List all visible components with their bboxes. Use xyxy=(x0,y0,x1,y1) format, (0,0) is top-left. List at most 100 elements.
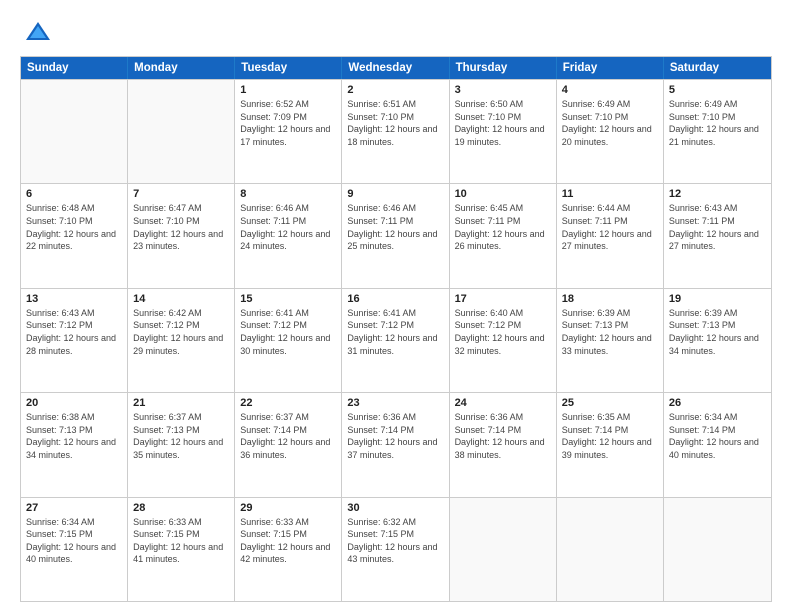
calendar-week-5: 27 Sunrise: 6:34 AM Sunset: 7:15 PM Dayli… xyxy=(21,497,771,601)
calendar-cell: 6Sunrise: 6:48 AM Sunset: 7:10 PM Daylig… xyxy=(21,184,128,287)
day-number: 27 xyxy=(26,502,122,514)
calendar-cell: 7 Sunrise: 6:47 AM Sunset: 7:10 PM Daylig… xyxy=(128,184,235,287)
day-number: 13 xyxy=(26,293,122,305)
day-info: Sunrise: 6:41 AM Sunset: 7:12 PM Dayligh… xyxy=(347,307,443,357)
day-info: Sunrise: 6:43 AM Sunset: 7:12 PM Dayligh… xyxy=(26,307,122,357)
day-number: 22 xyxy=(240,397,336,409)
day-number: 18 xyxy=(562,293,658,305)
calendar-cell: 14 Sunrise: 6:42 AM Sunset: 7:12 PM Dayli… xyxy=(128,289,235,392)
day-info: Sunrise: 6:45 AM Sunset: 7:11 PM Dayligh… xyxy=(455,202,551,252)
day-info: Sunrise: 6:41 AM Sunset: 7:12 PM Dayligh… xyxy=(240,307,336,357)
calendar-cell: 12 Sunrise: 6:43 AM Sunset: 7:11 PM Dayli… xyxy=(664,184,771,287)
calendar-week-4: 20 Sunrise: 6:38 AM Sunset: 7:13 PM Dayli… xyxy=(21,392,771,496)
calendar-cell: 25 Sunrise: 6:35 AM Sunset: 7:14 PM Dayli… xyxy=(557,393,664,496)
header-cell-tuesday: Tuesday xyxy=(235,57,342,79)
day-number: 5 xyxy=(669,84,766,96)
day-number: 12 xyxy=(669,188,766,200)
calendar-cell: 28 Sunrise: 6:33 AM Sunset: 7:15 PM Dayli… xyxy=(128,498,235,601)
calendar-cell xyxy=(557,498,664,601)
day-info: Sunrise: 6:50 AM Sunset: 7:10 PM Dayligh… xyxy=(455,98,551,148)
day-info: Sunrise: 6:39 AM Sunset: 7:13 PM Dayligh… xyxy=(562,307,658,357)
day-number: 4 xyxy=(562,84,658,96)
calendar-body: 1Sunrise: 6:52 AM Sunset: 7:09 PM Daylig… xyxy=(21,79,771,601)
day-info: Sunrise: 6:46 AM Sunset: 7:11 PM Dayligh… xyxy=(240,202,336,252)
day-info: Sunrise: 6:37 AM Sunset: 7:13 PM Dayligh… xyxy=(133,411,229,461)
day-info: Sunrise: 6:43 AM Sunset: 7:11 PM Dayligh… xyxy=(669,202,766,252)
day-number: 14 xyxy=(133,293,229,305)
calendar-cell: 21 Sunrise: 6:37 AM Sunset: 7:13 PM Dayli… xyxy=(128,393,235,496)
day-number: 8 xyxy=(240,188,336,200)
calendar-cell: 20 Sunrise: 6:38 AM Sunset: 7:13 PM Dayli… xyxy=(21,393,128,496)
day-info: Sunrise: 6:33 AM Sunset: 7:15 PM Dayligh… xyxy=(133,516,229,566)
day-info: Sunrise: 6:34 AM Sunset: 7:14 PM Dayligh… xyxy=(669,411,766,461)
calendar-cell: 10 Sunrise: 6:45 AM Sunset: 7:11 PM Dayli… xyxy=(450,184,557,287)
day-info: Sunrise: 6:38 AM Sunset: 7:13 PM Dayligh… xyxy=(26,411,122,461)
calendar-cell xyxy=(21,80,128,183)
calendar-cell: 8 Sunrise: 6:46 AM Sunset: 7:11 PM Daylig… xyxy=(235,184,342,287)
day-info: Sunrise: 6:44 AM Sunset: 7:11 PM Dayligh… xyxy=(562,202,658,252)
day-number: 10 xyxy=(455,188,551,200)
calendar-cell: 18 Sunrise: 6:39 AM Sunset: 7:13 PM Dayli… xyxy=(557,289,664,392)
header-cell-friday: Friday xyxy=(557,57,664,79)
day-info: Sunrise: 6:49 AM Sunset: 7:10 PM Dayligh… xyxy=(669,98,766,148)
day-number: 30 xyxy=(347,502,443,514)
day-number: 9 xyxy=(347,188,443,200)
page: SundayMondayTuesdayWednesdayThursdayFrid… xyxy=(0,0,792,612)
logo-icon xyxy=(24,18,52,46)
day-number: 26 xyxy=(669,397,766,409)
day-info: Sunrise: 6:47 AM Sunset: 7:10 PM Dayligh… xyxy=(133,202,229,252)
day-number: 11 xyxy=(562,188,658,200)
day-info: Sunrise: 6:48 AM Sunset: 7:10 PM Dayligh… xyxy=(26,202,122,252)
calendar-cell: 27 Sunrise: 6:34 AM Sunset: 7:15 PM Dayli… xyxy=(21,498,128,601)
day-info: Sunrise: 6:33 AM Sunset: 7:15 PM Dayligh… xyxy=(240,516,336,566)
day-number: 21 xyxy=(133,397,229,409)
day-info: Sunrise: 6:32 AM Sunset: 7:15 PM Dayligh… xyxy=(347,516,443,566)
day-info: Sunrise: 6:36 AM Sunset: 7:14 PM Dayligh… xyxy=(347,411,443,461)
header xyxy=(20,18,772,46)
day-number: 3 xyxy=(455,84,551,96)
day-info: Sunrise: 6:35 AM Sunset: 7:14 PM Dayligh… xyxy=(562,411,658,461)
calendar-cell: 9 Sunrise: 6:46 AM Sunset: 7:11 PM Daylig… xyxy=(342,184,449,287)
calendar-cell: 17 Sunrise: 6:40 AM Sunset: 7:12 PM Dayli… xyxy=(450,289,557,392)
day-info: Sunrise: 6:49 AM Sunset: 7:10 PM Dayligh… xyxy=(562,98,658,148)
calendar-cell: 16Sunrise: 6:41 AM Sunset: 7:12 PM Dayli… xyxy=(342,289,449,392)
calendar-cell: 13 Sunrise: 6:43 AM Sunset: 7:12 PM Dayli… xyxy=(21,289,128,392)
calendar-header-row: SundayMondayTuesdayWednesdayThursdayFrid… xyxy=(21,57,771,79)
calendar-cell: 19Sunrise: 6:39 AM Sunset: 7:13 PM Dayli… xyxy=(664,289,771,392)
day-number: 19 xyxy=(669,293,766,305)
day-number: 7 xyxy=(133,188,229,200)
calendar-cell: 11 Sunrise: 6:44 AM Sunset: 7:11 PM Dayli… xyxy=(557,184,664,287)
header-cell-thursday: Thursday xyxy=(450,57,557,79)
day-number: 15 xyxy=(240,293,336,305)
day-info: Sunrise: 6:37 AM Sunset: 7:14 PM Dayligh… xyxy=(240,411,336,461)
calendar-cell: 30 Sunrise: 6:32 AM Sunset: 7:15 PM Dayli… xyxy=(342,498,449,601)
header-cell-saturday: Saturday xyxy=(664,57,771,79)
calendar-cell: 2 Sunrise: 6:51 AM Sunset: 7:10 PM Daylig… xyxy=(342,80,449,183)
day-number: 28 xyxy=(133,502,229,514)
calendar-cell: 15 Sunrise: 6:41 AM Sunset: 7:12 PM Dayli… xyxy=(235,289,342,392)
day-info: Sunrise: 6:36 AM Sunset: 7:14 PM Dayligh… xyxy=(455,411,551,461)
day-info: Sunrise: 6:42 AM Sunset: 7:12 PM Dayligh… xyxy=(133,307,229,357)
calendar-cell: 26 Sunrise: 6:34 AM Sunset: 7:14 PM Dayli… xyxy=(664,393,771,496)
calendar-cell: 5 Sunrise: 6:49 AM Sunset: 7:10 PM Daylig… xyxy=(664,80,771,183)
day-number: 1 xyxy=(240,84,336,96)
day-info: Sunrise: 6:51 AM Sunset: 7:10 PM Dayligh… xyxy=(347,98,443,148)
calendar-cell: 4 Sunrise: 6:49 AM Sunset: 7:10 PM Daylig… xyxy=(557,80,664,183)
day-number: 25 xyxy=(562,397,658,409)
calendar-cell: 24Sunrise: 6:36 AM Sunset: 7:14 PM Dayli… xyxy=(450,393,557,496)
calendar-week-3: 13 Sunrise: 6:43 AM Sunset: 7:12 PM Dayli… xyxy=(21,288,771,392)
day-number: 29 xyxy=(240,502,336,514)
day-info: Sunrise: 6:46 AM Sunset: 7:11 PM Dayligh… xyxy=(347,202,443,252)
calendar: SundayMondayTuesdayWednesdayThursdayFrid… xyxy=(20,56,772,602)
header-cell-monday: Monday xyxy=(128,57,235,79)
calendar-week-2: 6Sunrise: 6:48 AM Sunset: 7:10 PM Daylig… xyxy=(21,183,771,287)
day-info: Sunrise: 6:40 AM Sunset: 7:12 PM Dayligh… xyxy=(455,307,551,357)
day-number: 23 xyxy=(347,397,443,409)
calendar-cell: 29 Sunrise: 6:33 AM Sunset: 7:15 PM Dayli… xyxy=(235,498,342,601)
day-number: 2 xyxy=(347,84,443,96)
day-number: 17 xyxy=(455,293,551,305)
day-info: Sunrise: 6:34 AM Sunset: 7:15 PM Dayligh… xyxy=(26,516,122,566)
calendar-week-1: 1Sunrise: 6:52 AM Sunset: 7:09 PM Daylig… xyxy=(21,79,771,183)
day-number: 20 xyxy=(26,397,122,409)
header-cell-sunday: Sunday xyxy=(21,57,128,79)
